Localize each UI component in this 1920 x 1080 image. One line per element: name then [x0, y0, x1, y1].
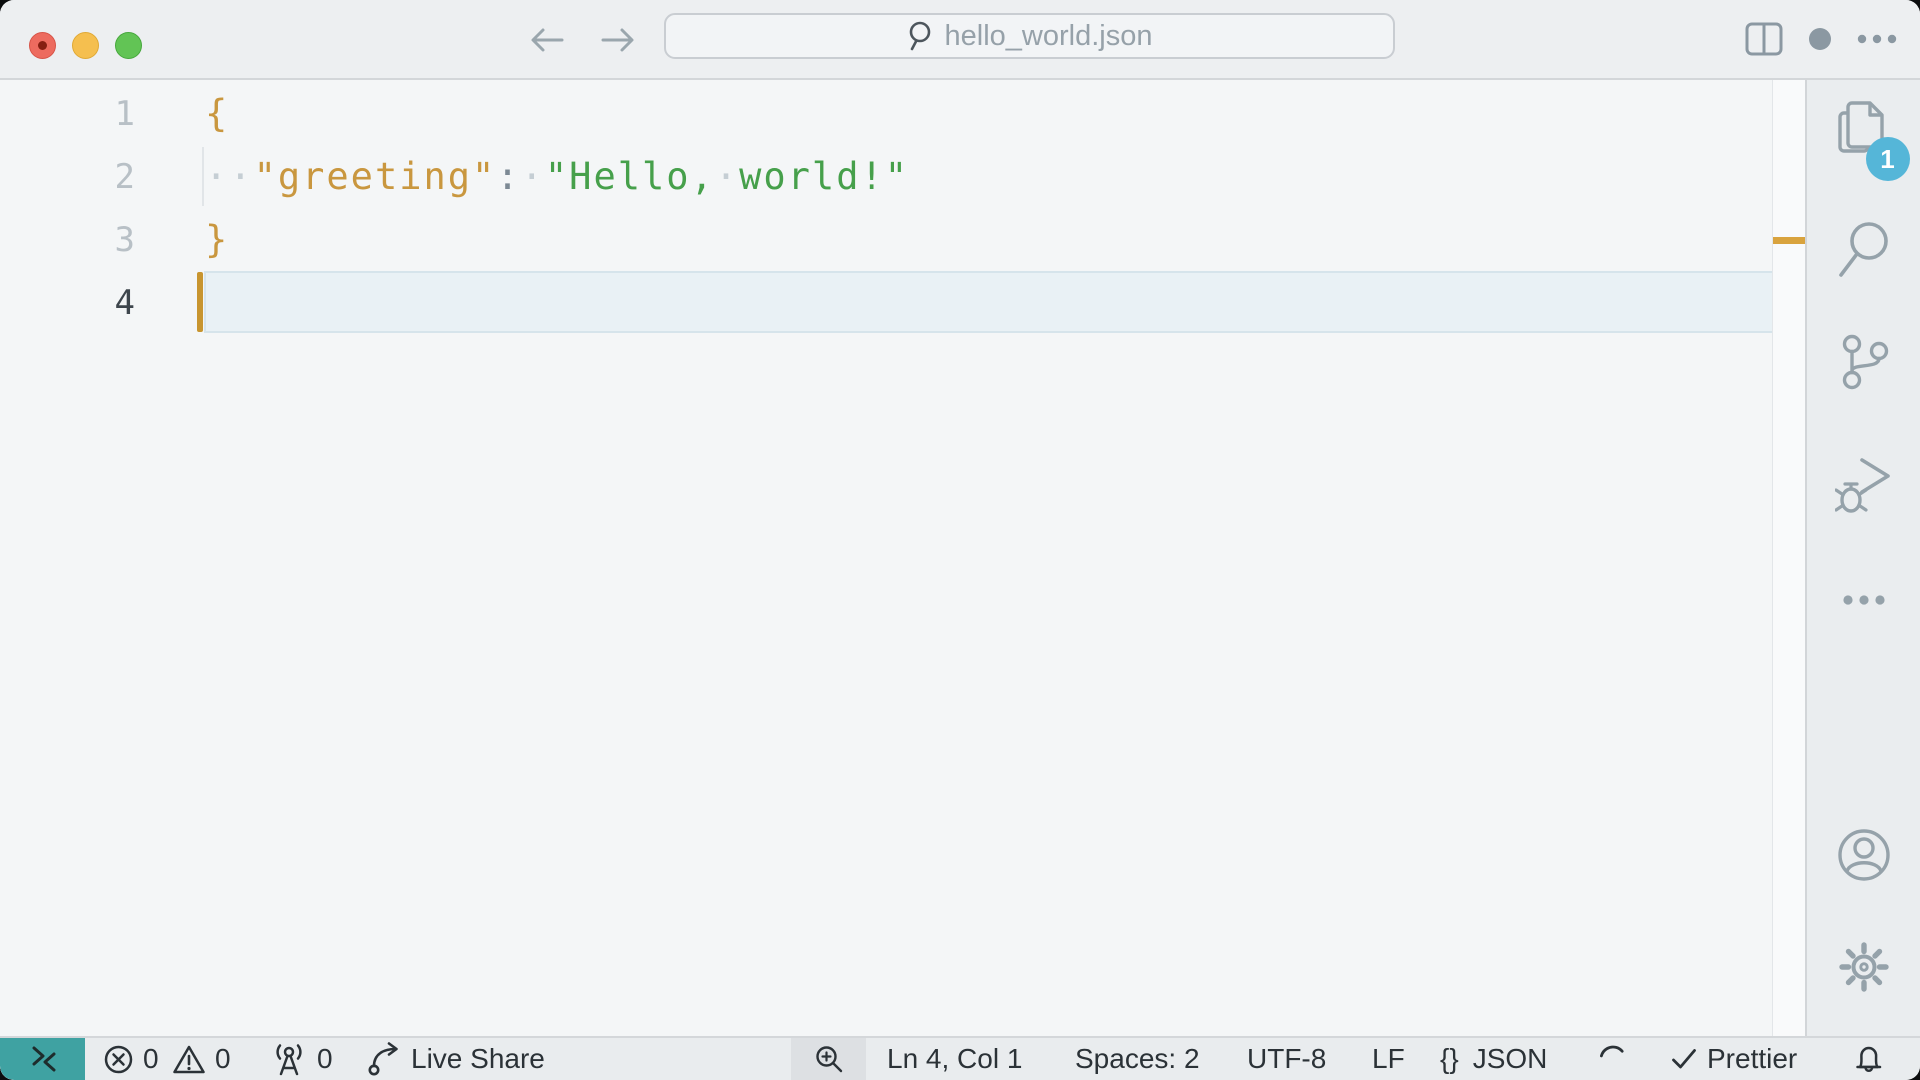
code-text: ··"greeting":·"Hello,·world!" [135, 155, 909, 198]
overview-ruler-mark [1773, 237, 1805, 244]
minimize-button[interactable] [72, 32, 99, 59]
search-icon [1838, 222, 1888, 277]
vscode-window: hello_world.json 1 {2 ··"greeting":·"He… [0, 0, 1920, 1080]
cursor-position[interactable]: Ln 4, Col 1 [887, 1038, 1022, 1080]
error-icon [104, 1045, 133, 1073]
formatter-indicator[interactable]: Prettier [1670, 1038, 1797, 1080]
problems-warnings[interactable]: 0 [172, 1038, 231, 1080]
code-lines: 1 { 2 ··"greeting":·"Hello,·world!" 3 } … [0, 82, 1805, 334]
code-text: } [135, 218, 229, 261]
status-bar: 0 0 0 Live Share Ln 4, Col 1 Spaces: 2 U… [0, 1036, 1920, 1080]
explorer-badge: 1 [1865, 137, 1910, 181]
check-icon [1672, 1049, 1696, 1069]
code-editor[interactable]: 1 { 2 ··"greeting":·"Hello,·world!" 3 } … [0, 80, 1805, 1036]
more-actions-icon[interactable] [1857, 33, 1897, 45]
sidebar-item-source-control[interactable] [1836, 333, 1892, 391]
window-title: hello_world.json [944, 19, 1153, 52]
titlebar-actions [1745, 22, 1897, 56]
code-token: } [205, 218, 230, 261]
search-icon [909, 21, 930, 51]
warning-count: 0 [215, 1043, 231, 1074]
bell-icon [1856, 1046, 1882, 1072]
broadcast-tower-icon [276, 1043, 302, 1075]
error-count: 0 [143, 1043, 159, 1074]
window-controls [29, 32, 142, 59]
account-icon[interactable] [1836, 827, 1892, 883]
braces-icon: {} [1440, 1043, 1459, 1074]
notifications-bell[interactable] [1852, 1038, 1885, 1080]
spinner-icon [1599, 1045, 1627, 1073]
close-button[interactable] [29, 32, 56, 59]
code-token: { [205, 92, 230, 135]
debug-play-icon [1834, 458, 1890, 513]
encoding-indicator[interactable]: UTF-8 [1247, 1038, 1326, 1080]
language-label: JSON [1472, 1043, 1548, 1074]
whitespace-dot: · [520, 155, 545, 198]
code-line: 4 [0, 271, 1805, 334]
problems-errors[interactable]: 0 [103, 1038, 159, 1080]
forward-arrow-icon[interactable] [599, 24, 637, 56]
string-token: world!" [739, 155, 910, 198]
code-line: 3 } [0, 208, 1805, 271]
line-number: 2 [114, 156, 135, 197]
git-branch-icon [1842, 334, 1888, 390]
title-bar: hello_world.json [0, 0, 1920, 80]
workbench: 1 { 2 ··"greeting":·"Hello,·world!" 3 } … [0, 80, 1920, 1036]
unsaved-dot-icon [38, 41, 47, 50]
indentation-indicator[interactable]: Spaces: 2 [1075, 1038, 1200, 1080]
string-token: "Hello, [544, 155, 715, 198]
live-share-icon [368, 1042, 398, 1076]
zoom-in-icon [815, 1046, 842, 1073]
live-share-button[interactable]: Live Share [366, 1038, 545, 1080]
sidebar-item-explorer[interactable]: 1 [1834, 99, 1910, 181]
sidebar-item-run-debug[interactable] [1834, 454, 1893, 516]
line-number: 3 [114, 219, 135, 260]
colon-token: : [496, 155, 521, 198]
whitespace-dot: · [714, 155, 740, 198]
remote-icon [32, 1046, 55, 1072]
overview-ruler[interactable] [1772, 80, 1805, 1036]
activity-bar: 1 [1805, 80, 1920, 1036]
line-number-active: 4 [114, 282, 135, 323]
formatter-label: Prettier [1707, 1043, 1798, 1074]
code-text: { [135, 92, 229, 135]
sidebar-more-icon[interactable] [1842, 594, 1886, 606]
code-line: 2 ··"greeting":·"Hello,·world!" [0, 145, 1805, 208]
ports-broadcast[interactable]: 0 [270, 1038, 333, 1080]
eol-indicator[interactable]: LF [1372, 1038, 1405, 1080]
language-mode[interactable]: {} JSON [1440, 1038, 1547, 1080]
broadcast-count: 0 [317, 1043, 333, 1074]
settings-gear-icon[interactable] [1835, 938, 1893, 996]
line-number: 1 [114, 93, 135, 134]
loading-spinner [1597, 1038, 1629, 1080]
whitespace-dots: ·· [205, 155, 254, 198]
remote-indicator[interactable] [0, 1038, 85, 1080]
warning-icon [173, 1045, 205, 1073]
history-navigation [528, 24, 637, 56]
code-line: 1 { [0, 82, 1805, 145]
layout-circle-icon[interactable] [1809, 28, 1831, 50]
split-editor-icon[interactable] [1745, 22, 1783, 56]
zoom-indicator-button[interactable] [791, 1038, 866, 1080]
sidebar-item-search[interactable] [1836, 221, 1892, 279]
maximize-button[interactable] [115, 32, 142, 59]
json-key-token: "greeting" [253, 155, 497, 198]
live-share-label: Live Share [411, 1043, 545, 1074]
command-center-search[interactable]: hello_world.json [664, 13, 1395, 59]
back-arrow-icon[interactable] [528, 24, 566, 56]
